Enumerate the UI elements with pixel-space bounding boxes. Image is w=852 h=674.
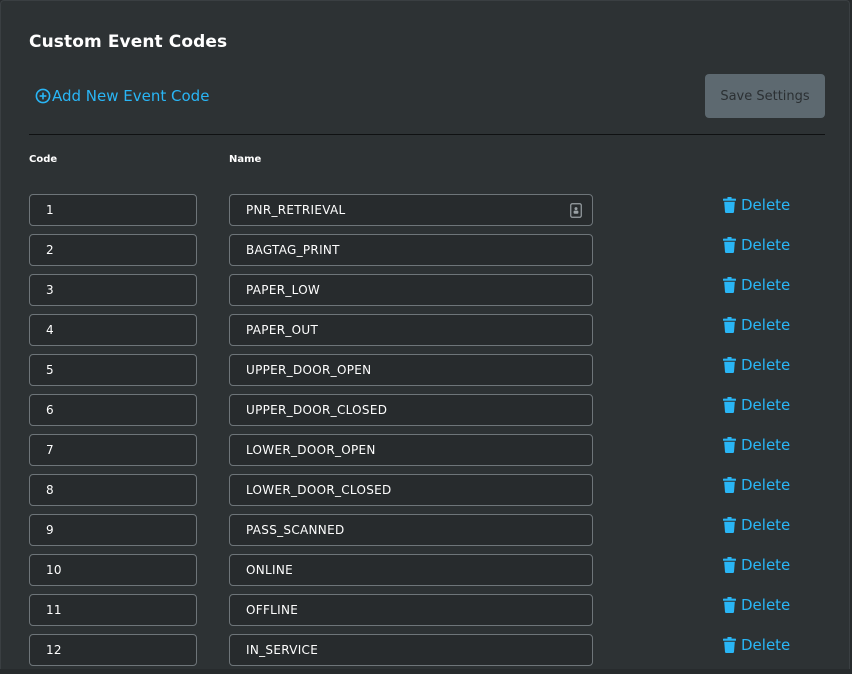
delete-label: Delete (741, 196, 791, 214)
delete-label: Delete (741, 356, 791, 374)
event-code-list: 1 PNR_RETRIEVAL Delete 2 BAGTAG_PRINT Delete 3… (1, 194, 852, 674)
name-input-value: PAPER_OUT (246, 323, 319, 337)
name-input-value: BAGTAG_PRINT (246, 243, 340, 257)
name-input-value: IN_SERVICE (246, 643, 319, 657)
name-input-value: UPPER_DOOR_CLOSED (246, 403, 388, 417)
name-input-value: PASS_SCANNED (246, 523, 345, 537)
delete-label: Delete (741, 516, 791, 534)
header-divider (29, 134, 825, 135)
name-input[interactable]: PAPER_LOW (229, 274, 593, 306)
event-code-row: 5 UPPER_DOOR_OPEN Delete (1, 354, 852, 386)
code-input[interactable]: 3 (29, 274, 197, 306)
delete-button[interactable]: Delete (723, 636, 790, 654)
delete-label: Delete (741, 476, 791, 494)
delete-button[interactable]: Delete (723, 396, 790, 414)
page-title: Custom Event Codes (29, 32, 228, 52)
column-header-name: Name (229, 154, 262, 165)
add-event-code-link[interactable]: Add New Event Code (35, 87, 209, 105)
trash-icon (723, 477, 736, 493)
trash-icon (723, 437, 736, 453)
event-code-row: 9 PASS_SCANNED Delete (1, 514, 852, 546)
event-code-row: 10 ONLINE Delete (1, 554, 852, 586)
name-input[interactable]: UPPER_DOOR_OPEN (229, 354, 593, 386)
delete-label: Delete (741, 636, 791, 654)
trash-icon (723, 557, 736, 573)
code-input[interactable]: 12 (29, 634, 197, 666)
code-input[interactable]: 5 (29, 354, 197, 386)
delete-label: Delete (741, 396, 791, 414)
event-code-row: 8 LOWER_DOOR_CLOSED Delete (1, 474, 852, 506)
code-input[interactable]: 10 (29, 554, 197, 586)
delete-button[interactable]: Delete (723, 476, 790, 494)
delete-label: Delete (741, 316, 791, 334)
delete-button[interactable]: Delete (723, 556, 790, 574)
trash-icon (723, 517, 736, 533)
event-code-row: 4 PAPER_OUT Delete (1, 314, 852, 346)
event-code-row: 1 PNR_RETRIEVAL Delete (1, 194, 852, 226)
delete-button[interactable]: Delete (723, 316, 790, 334)
delete-button[interactable]: Delete (723, 436, 790, 454)
event-code-row: 12 IN_SERVICE Delete (1, 634, 852, 666)
code-input[interactable]: 8 (29, 474, 197, 506)
delete-button[interactable]: Delete (723, 356, 790, 374)
name-input[interactable]: LOWER_DOOR_CLOSED (229, 474, 593, 506)
delete-label: Delete (741, 436, 791, 454)
code-input[interactable]: 9 (29, 514, 197, 546)
event-code-row: 3 PAPER_LOW Delete (1, 274, 852, 306)
name-input[interactable]: UPPER_DOOR_CLOSED (229, 394, 593, 426)
name-input[interactable]: BAGTAG_PRINT (229, 234, 593, 266)
code-input[interactable]: 2 (29, 234, 197, 266)
trash-icon (723, 397, 736, 413)
name-input[interactable]: ONLINE (229, 554, 593, 586)
event-code-row: 11 OFFLINE Delete (1, 594, 852, 626)
trash-icon (723, 197, 736, 213)
name-input-value: PAPER_LOW (246, 283, 321, 297)
trash-icon (723, 237, 736, 253)
code-input[interactable]: 7 (29, 434, 197, 466)
code-input[interactable]: 4 (29, 314, 197, 346)
delete-button[interactable]: Delete (723, 276, 790, 294)
trash-icon (723, 357, 736, 373)
add-event-code-label: Add New Event Code (52, 87, 210, 105)
delete-label: Delete (741, 236, 791, 254)
code-input[interactable]: 1 (29, 194, 197, 226)
delete-button[interactable]: Delete (723, 596, 790, 614)
delete-button[interactable]: Delete (723, 236, 790, 254)
name-input[interactable]: LOWER_DOOR_OPEN (229, 434, 593, 466)
name-input-value: OFFLINE (246, 603, 299, 617)
trash-icon (723, 597, 736, 613)
trash-icon (723, 317, 736, 333)
delete-button[interactable]: Delete (723, 196, 790, 214)
event-code-row: 6 UPPER_DOOR_CLOSED Delete (1, 394, 852, 426)
name-input[interactable]: PAPER_OUT (229, 314, 593, 346)
name-input[interactable]: OFFLINE (229, 594, 593, 626)
trash-icon (723, 637, 736, 653)
column-header-code: Code (29, 154, 58, 165)
delete-button[interactable]: Delete (723, 516, 790, 534)
name-input[interactable]: PASS_SCANNED (229, 514, 593, 546)
event-code-row: 7 LOWER_DOOR_OPEN Delete (1, 434, 852, 466)
delete-label: Delete (741, 276, 791, 294)
contact-card-icon[interactable] (570, 203, 582, 218)
trash-icon (723, 277, 736, 293)
name-input-value: LOWER_DOOR_CLOSED (246, 483, 392, 497)
name-input-value: ONLINE (246, 563, 294, 577)
name-input[interactable]: IN_SERVICE (229, 634, 593, 666)
delete-label: Delete (741, 556, 791, 574)
save-settings-button[interactable]: Save Settings (705, 74, 825, 118)
code-input[interactable]: 6 (29, 394, 197, 426)
custom-event-codes-panel: Custom Event Codes Add New Event Code Sa… (0, 0, 850, 669)
event-code-row: 2 BAGTAG_PRINT Delete (1, 234, 852, 266)
name-input-value: UPPER_DOOR_OPEN (246, 363, 372, 377)
name-input-value: LOWER_DOOR_OPEN (246, 443, 376, 457)
delete-label: Delete (741, 596, 791, 614)
name-input[interactable]: PNR_RETRIEVAL (229, 194, 593, 226)
code-input[interactable]: 11 (29, 594, 197, 626)
name-input-value: PNR_RETRIEVAL (246, 203, 346, 217)
plus-circle-icon (35, 88, 51, 104)
